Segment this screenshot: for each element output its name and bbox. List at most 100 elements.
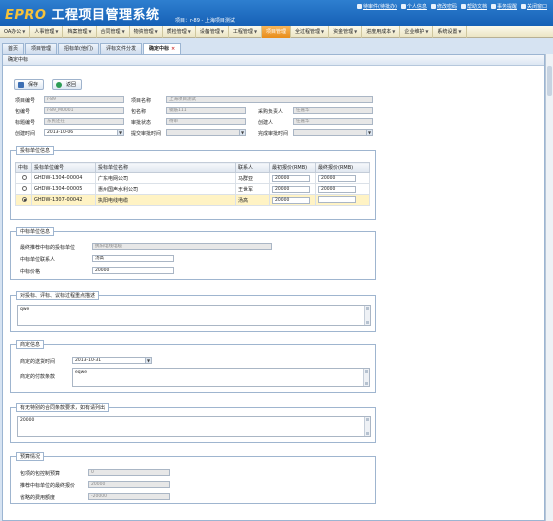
project-name-label: 项目名称	[131, 98, 152, 104]
back-button[interactable]: 返回	[52, 79, 83, 90]
pending-link[interactable]: 待审件(待批办)	[357, 3, 397, 10]
scrollbar-thumb[interactable]	[547, 66, 552, 96]
chevron-down-icon[interactable]: ▼	[239, 130, 245, 135]
delivery-date-select[interactable]: 2013-10-31 ▼	[72, 357, 152, 364]
menu-material[interactable]: 物资管理▼	[130, 26, 163, 38]
profile-link[interactable]: 个人信息	[400, 3, 427, 10]
delivery-date-label: 商定的送货时间	[20, 359, 56, 365]
create-time-select[interactable]: 2013-10-06 ▼	[44, 129, 124, 136]
winner-radio[interactable]	[22, 175, 27, 180]
save-icon	[18, 82, 24, 88]
menu-equipment[interactable]: 设备管理▼	[196, 26, 229, 38]
payment-terms-textarea[interactable]: eqwe	[72, 368, 370, 387]
final-price-cell: 20000	[315, 172, 370, 184]
budget-control-field: 0	[88, 469, 170, 476]
bidder-name: 惠州国声水利公司	[95, 183, 236, 195]
textarea-scrollbar[interactable]	[363, 369, 369, 386]
first-price-cell: 20000	[269, 183, 316, 195]
menu-hr[interactable]: 人事管理▼	[30, 26, 64, 38]
close-tab-icon[interactable]: ×	[171, 46, 175, 52]
submit-time-label: 提交审批时间	[131, 131, 162, 137]
page-title: 确定中标	[3, 55, 544, 66]
purchase-owner-field: 任嘉华	[293, 107, 373, 114]
reminder-link[interactable]: 事务提醒	[490, 3, 517, 10]
purchase-owner-label: 采购负责人	[258, 109, 284, 115]
tab-confirm-winner[interactable]: 确定中标 ×	[142, 43, 182, 54]
winner-contact-input[interactable]: 汤高	[92, 255, 174, 262]
winner-radio-cell[interactable]	[15, 183, 32, 195]
first-price-input[interactable]: 20000	[272, 185, 310, 193]
tab-home[interactable]: 首页	[2, 43, 25, 54]
menu-process[interactable]: 全过程管理▼	[291, 26, 330, 38]
menu-enterprise[interactable]: 企业维护▼	[400, 26, 434, 38]
close-link[interactable]: 关闭窗口	[520, 3, 547, 10]
menu-settings[interactable]: 系统设置▼	[433, 26, 467, 38]
bidder-code: GHDW-1304-00005	[31, 183, 96, 195]
tab-project[interactable]: 项目管理	[25, 43, 58, 54]
table-row[interactable]: GHDW-1304-00005 惠州国声水利公司 王世军 20000 20000	[15, 183, 370, 195]
col-name: 投标单位名称	[95, 162, 236, 173]
submit-time-select[interactable]: ▼	[166, 129, 246, 136]
winner-legend: 中标单位信息	[16, 227, 55, 236]
finish-time-label: 完成审批时间	[258, 131, 289, 137]
menu-engineering[interactable]: 工程管理▼	[229, 26, 263, 38]
app-header: EPRO 工程项目管理系统 项目：r-89 - 上海项目测试 待审件(待批办) …	[0, 0, 553, 26]
bid-code-field: 东民还在	[44, 118, 124, 125]
final-price-input[interactable]: 20000	[318, 185, 356, 193]
current-project: 项目：r-89 - 上海项目测试	[175, 18, 235, 24]
winner-radio[interactable]	[22, 186, 27, 191]
final-price-input[interactable]: 20000	[318, 174, 356, 182]
final-price-input[interactable]	[318, 195, 356, 203]
approval-status-field: 待审	[166, 118, 246, 125]
budget-legend: 预算情况	[16, 452, 45, 461]
chevron-down-icon[interactable]: ▼	[366, 130, 372, 135]
col-contact: 联系人	[235, 162, 270, 173]
menu-oa[interactable]: OA办公▼	[0, 26, 31, 38]
first-price-input[interactable]: 20000	[272, 174, 310, 182]
winner-price-label: 中标价格	[20, 269, 41, 275]
budget-final-field: 20000	[88, 481, 170, 488]
project-code-label: 项目编号	[15, 98, 36, 104]
menu-archive[interactable]: 档案管理▼	[63, 26, 97, 38]
budget-control-label: 包项的包控制预算	[20, 471, 61, 477]
password-link[interactable]: 修改密码	[430, 3, 457, 10]
mail-icon	[357, 4, 363, 9]
contract-textarea[interactable]: 20000	[17, 416, 371, 437]
bid-code-label: 标题编号	[15, 120, 36, 126]
save-button[interactable]: 保存	[14, 79, 45, 90]
chevron-down-icon[interactable]: ▼	[117, 130, 123, 135]
tab-distribute[interactable]: 评标文件分发	[99, 43, 142, 54]
tab-bid-list[interactable]: 招标单(他们)	[58, 43, 99, 54]
vertical-scrollbar[interactable]	[545, 54, 553, 521]
bidder-contact: 王世军	[235, 183, 270, 195]
winner-radio-cell[interactable]	[15, 172, 32, 184]
user-icon	[400, 4, 406, 9]
menu-contract[interactable]: 合同管理▼	[97, 26, 130, 38]
project-name-field: 上海项目测试	[166, 96, 373, 103]
close-icon	[520, 4, 526, 9]
menu-quality[interactable]: 质检管理▼	[163, 26, 196, 38]
final-price-cell	[315, 194, 370, 206]
chevron-down-icon[interactable]: ▼	[145, 358, 151, 363]
textarea-scrollbar[interactable]	[364, 306, 370, 325]
bidder-legend: 投标单位信息	[16, 146, 55, 155]
key-icon	[430, 4, 436, 9]
help-link[interactable]: 帮助文档	[460, 3, 487, 10]
budget-fieldset	[10, 456, 376, 504]
bell-icon	[490, 4, 496, 9]
textarea-scrollbar[interactable]	[364, 417, 370, 436]
winner-price-input[interactable]: 20000	[92, 267, 174, 274]
menu-schedule[interactable]: 进度用成本▼	[362, 26, 401, 38]
winner-radio-cell[interactable]	[15, 194, 32, 206]
menu-project[interactable]: 项目管理	[262, 26, 292, 38]
evaluation-textarea[interactable]: qwe	[17, 305, 371, 326]
menu-funds[interactable]: 资金管理▼	[329, 26, 363, 38]
table-row[interactable]: GHDW-1304-00004 广东电网公司 马群亚 20000 20000	[15, 172, 370, 184]
finish-time-select[interactable]: ▼	[293, 129, 373, 136]
winner-radio-checked[interactable]	[22, 197, 27, 202]
creator-label: 创建人	[258, 120, 274, 126]
payment-terms-label: 商定的付款条款	[20, 374, 56, 380]
table-row-selected[interactable]: GHDW-1307-00042 执阳电线电缆 汤高 20000	[15, 194, 370, 206]
first-price-input[interactable]: 20000	[272, 196, 310, 204]
creator-field: 任嘉华	[293, 118, 373, 125]
